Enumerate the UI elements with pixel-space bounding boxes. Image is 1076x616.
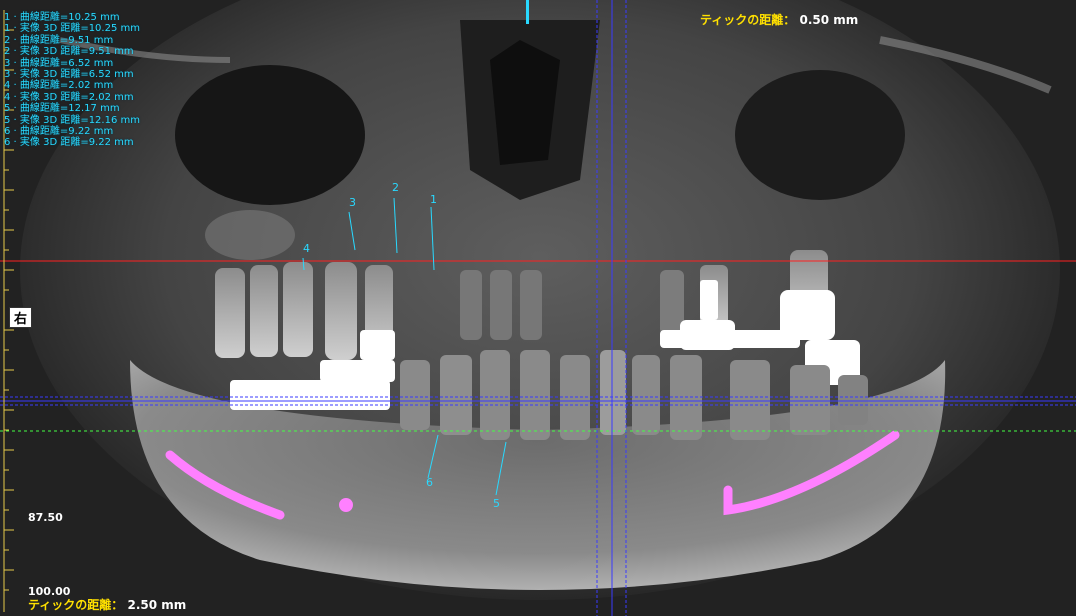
measurement-number[interactable]: 2	[392, 181, 399, 194]
measurement-number[interactable]: 4	[303, 242, 310, 255]
measurement-item[interactable]: 4 · 実像 3D 距離=2.02 mm	[4, 92, 140, 103]
right-orbit	[175, 65, 365, 205]
measurement-item[interactable]: 5 · 曲線距離=12.17 mm	[4, 103, 140, 114]
measurement-list: 1 · 曲線距離=10.25 mm 1 · 実像 3D 距離=10.25 mm …	[4, 12, 140, 149]
top-slice-marker[interactable]	[526, 0, 529, 24]
measurement-item[interactable]: 1 · 実像 3D 距離=10.25 mm	[4, 23, 140, 34]
ruler-label-100: 100.00	[28, 585, 71, 598]
measurement-number[interactable]: 1	[430, 193, 437, 206]
measurement-item[interactable]: 3 · 実像 3D 距離=6.52 mm	[4, 69, 140, 80]
tick-distance-top-label: ティックの距離：	[700, 13, 796, 27]
panoramic-viewport[interactable]: 1 · 曲線距離=10.25 mm 1 · 実像 3D 距離=10.25 mm …	[0, 0, 1076, 616]
panoramic-xray-image	[0, 0, 1076, 616]
left-orbit	[735, 70, 905, 200]
tick-distance-top: ティックの距離： 0.50 mm	[700, 11, 858, 28]
tick-distance-top-value: 0.50 mm	[799, 13, 859, 27]
measurement-item[interactable]: 4 · 曲線距離=2.02 mm	[4, 80, 140, 91]
mental-foramen-marker	[339, 498, 353, 512]
measurement-item[interactable]: 6 · 実像 3D 距離=9.22 mm	[4, 137, 140, 148]
measurement-item[interactable]: 5 · 実像 3D 距離=12.16 mm	[4, 115, 140, 126]
measurement-item[interactable]: 1 · 曲線距離=10.25 mm	[4, 12, 140, 23]
ruler-label-87: 87.50	[28, 511, 63, 524]
measurement-number[interactable]: 3	[349, 196, 356, 209]
measurement-item[interactable]: 3 · 曲線距離=6.52 mm	[4, 58, 140, 69]
tick-distance-bottom-label: ティックの距離：	[28, 598, 124, 612]
tick-distance-bottom: ティックの距離： 2.50 mm	[28, 596, 186, 613]
measurement-item[interactable]: 2 · 実像 3D 距離=9.51 mm	[4, 46, 140, 57]
measurement-number[interactable]: 5	[493, 497, 500, 510]
tick-distance-bottom-value: 2.50 mm	[127, 598, 187, 612]
right-side-label: 右	[9, 307, 33, 328]
measurement-number[interactable]: 6	[426, 476, 433, 489]
measurement-item[interactable]: 6 · 曲線距離=9.22 mm	[4, 126, 140, 137]
measurement-item[interactable]: 2 · 曲線距離=9.51 mm	[4, 35, 140, 46]
